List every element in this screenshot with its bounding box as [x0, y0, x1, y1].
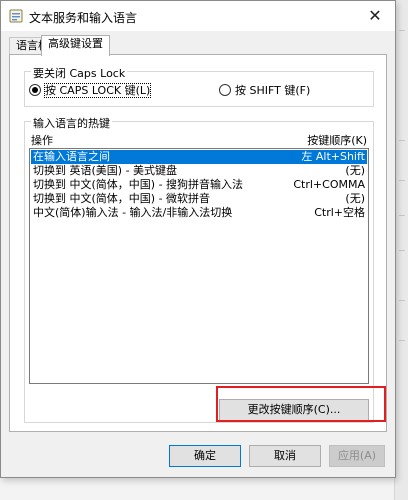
radio-caps-lock-key[interactable]: 按 CAPS LOCK 键(L) — [29, 83, 152, 98]
list-item[interactable]: 切换到 中文(简体，中国) - 微软拼音 (无) — [31, 192, 367, 206]
text-services-dialog: 文本服务和输入语言 ✕ 语言栏 高级键设置 要关闭 Caps Lock 按 CA… — [0, 0, 396, 478]
list-item[interactable]: 切换到 中文(简体，中国) - 搜狗拼音输入法 Ctrl+COMMA — [31, 178, 367, 192]
close-button[interactable]: ✕ — [355, 1, 395, 31]
hotkeys-list[interactable]: 在输入语言之间 左 Alt+Shift 切换到 英语(美国) - 美式键盘 (无… — [29, 148, 369, 384]
caps-lock-group-title: 要关闭 Caps Lock — [31, 65, 128, 81]
ok-button[interactable]: 确定 — [169, 445, 241, 467]
hotkeys-group: 输入语言的热键 操作 按键顺序(K) 在输入语言之间 左 Alt+Shift 切… — [24, 115, 374, 423]
radio-checked-indicator — [29, 84, 41, 96]
list-item[interactable]: 切换到 英语(美国) - 美式键盘 (无) — [31, 164, 367, 178]
advanced-key-settings-panel: 要关闭 Caps Lock 按 CAPS LOCK 键(L) 按 SHIFT 键… — [9, 54, 387, 432]
background-window-edge — [394, 0, 408, 500]
close-icon: ✕ — [368, 6, 382, 25]
list-item[interactable]: 在输入语言之间 左 Alt+Shift — [31, 150, 367, 164]
list-item[interactable]: 中文(简体)输入法 - 输入法/非输入法切换 Ctrl+空格 — [31, 206, 367, 220]
column-header-action: 操作 — [31, 134, 53, 147]
radio-unchecked-indicator — [219, 84, 231, 96]
title-bar[interactable]: 文本服务和输入语言 ✕ — [1, 1, 395, 31]
tab-advanced-key-settings[interactable]: 高级键设置 — [41, 35, 110, 56]
window-title: 文本服务和输入语言 — [29, 11, 138, 25]
radio-shift-key[interactable]: 按 SHIFT 键(F) — [219, 84, 310, 98]
column-header-key-sequence: 按键顺序(K) — [307, 134, 367, 147]
caps-lock-group: 要关闭 Caps Lock 按 CAPS LOCK 键(L) 按 SHIFT 键… — [24, 65, 374, 107]
apply-button[interactable]: 应用(A) — [329, 445, 385, 467]
keyboard-settings-icon — [9, 9, 23, 23]
hotkeys-group-title: 输入语言的热键 — [31, 115, 112, 131]
cancel-button[interactable]: 取消 — [249, 445, 321, 467]
highlight-annotation-box — [216, 386, 386, 422]
